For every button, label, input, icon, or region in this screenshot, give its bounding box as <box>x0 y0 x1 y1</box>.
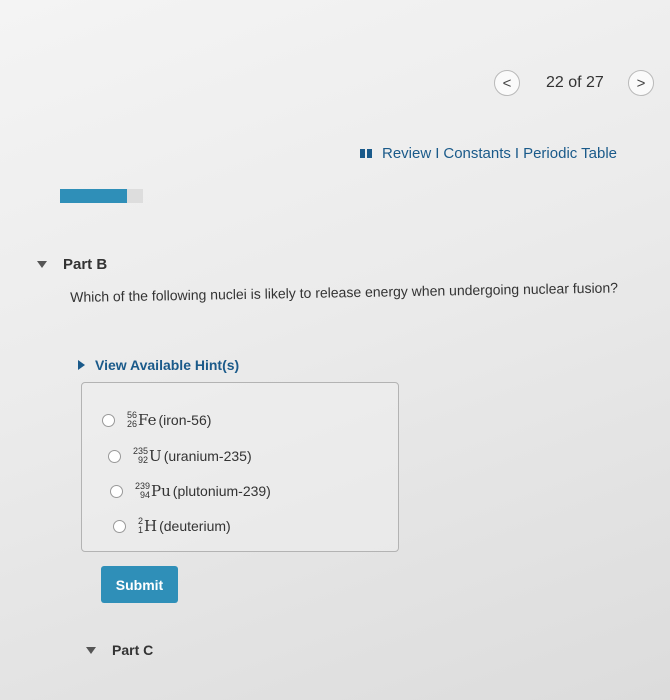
option-label: (deuterium) <box>159 518 231 534</box>
element-symbol: U <box>149 447 162 465</box>
part-c-header[interactable]: Part C <box>86 642 153 658</box>
progress-bar <box>60 189 143 203</box>
expand-triangle-icon <box>78 360 85 370</box>
option-label: (plutonium-239) <box>172 483 271 499</box>
part-b-header[interactable]: Part B <box>37 256 107 273</box>
nuclide-symbol: 239 94 Pu <box>135 482 171 501</box>
collapse-triangle-icon <box>86 646 96 654</box>
link-separator: I <box>514 145 520 162</box>
chevron-right-icon: > <box>636 74 646 92</box>
link-separator: I <box>435 145 440 162</box>
answer-options: 56 26 Fe (iron-56) 235 92 U (uranium-235) … <box>81 382 399 552</box>
option-label: (iron-56) <box>158 412 212 428</box>
book-icon <box>360 149 372 158</box>
atomic-number: 1 <box>138 525 144 535</box>
resource-links: Review I Constants I Periodic Table <box>360 145 617 162</box>
question-navigation: < 22 of 27 > <box>490 70 665 98</box>
question-text: Which of the following nuclei is likely … <box>70 279 619 305</box>
element-symbol: H <box>144 517 158 535</box>
submit-button[interactable]: Submit <box>101 566 178 603</box>
page-count: 22 of 27 <box>546 74 604 91</box>
view-hints-toggle[interactable]: View Available Hint(s) <box>78 357 239 373</box>
nuclide-symbol: 21 H <box>138 517 158 536</box>
previous-question-button[interactable]: < <box>494 70 520 96</box>
periodic-table-link[interactable]: Periodic Table <box>523 145 617 162</box>
answer-option-uranium-235[interactable]: 235 92 U (uranium-235) <box>108 447 252 465</box>
radio-button[interactable] <box>110 484 123 498</box>
element-symbol: Fe <box>138 411 157 429</box>
radio-button[interactable] <box>113 519 126 533</box>
chevron-left-icon: < <box>502 74 512 92</box>
atomic-number: 26 <box>127 419 138 429</box>
nuclide-symbol: 235 92 U <box>133 447 162 466</box>
part-c-title: Part C <box>112 642 154 658</box>
option-label: (uranium-235) <box>163 448 252 464</box>
atomic-number: 94 <box>140 490 151 500</box>
radio-button[interactable] <box>102 413 115 427</box>
constants-link[interactable]: Constants <box>443 145 511 162</box>
hint-label: View Available Hint(s) <box>95 357 240 373</box>
collapse-triangle-icon <box>37 261 47 268</box>
radio-button[interactable] <box>108 449 121 463</box>
progress-bar-fill <box>60 189 128 203</box>
review-link[interactable]: Review <box>382 145 431 162</box>
answer-option-iron-56[interactable]: 56 26 Fe (iron-56) <box>102 411 211 429</box>
atomic-number: 92 <box>138 455 149 465</box>
answer-option-plutonium-239[interactable]: 239 94 Pu (plutonium-239) <box>110 482 271 500</box>
element-symbol: Pu <box>151 482 171 500</box>
nuclide-symbol: 56 26 Fe <box>127 411 157 430</box>
next-question-button[interactable]: > <box>628 70 654 96</box>
part-b-title: Part B <box>63 256 108 273</box>
answer-option-deuterium[interactable]: 21 H (deuterium) <box>113 517 231 535</box>
